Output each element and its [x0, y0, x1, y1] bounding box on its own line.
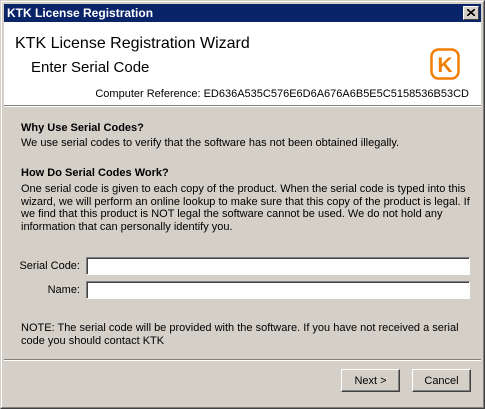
- serial-note: NOTE: The serial code will be provided w…: [21, 322, 459, 347]
- footer-divider: [4, 359, 481, 361]
- how-heading: How Do Serial Codes Work?: [21, 167, 169, 179]
- wizard-step-title: Enter Serial Code: [31, 59, 150, 76]
- next-button[interactable]: Next >: [341, 369, 400, 392]
- wizard-header: KTK License Registration Wizard Enter Se…: [4, 22, 481, 105]
- window-title: KTK License Registration: [7, 6, 154, 20]
- header-divider: [4, 105, 481, 107]
- computer-reference: Computer Reference: ED636A535C576E6D6A67…: [95, 88, 469, 100]
- wizard-title: KTK License Registration Wizard: [15, 35, 250, 52]
- logo-letter: K: [437, 54, 452, 77]
- why-text: We use serial codes to verify that the s…: [21, 137, 400, 149]
- serial-code-label: Serial Code:: [19, 260, 80, 272]
- serial-code-input[interactable]: [86, 257, 470, 275]
- name-input[interactable]: [86, 281, 470, 299]
- name-label: Name:: [47, 284, 80, 296]
- wizard-window: KTK License Registration KTK License Reg…: [0, 0, 485, 409]
- how-text: One serial code is given to each copy of…: [21, 183, 470, 233]
- why-heading: Why Use Serial Codes?: [21, 122, 144, 134]
- close-icon: [467, 9, 475, 16]
- cancel-button[interactable]: Cancel: [412, 369, 471, 392]
- close-button[interactable]: [463, 6, 479, 20]
- title-bar[interactable]: KTK License Registration: [4, 4, 481, 22]
- ktk-logo-icon: K: [430, 48, 460, 80]
